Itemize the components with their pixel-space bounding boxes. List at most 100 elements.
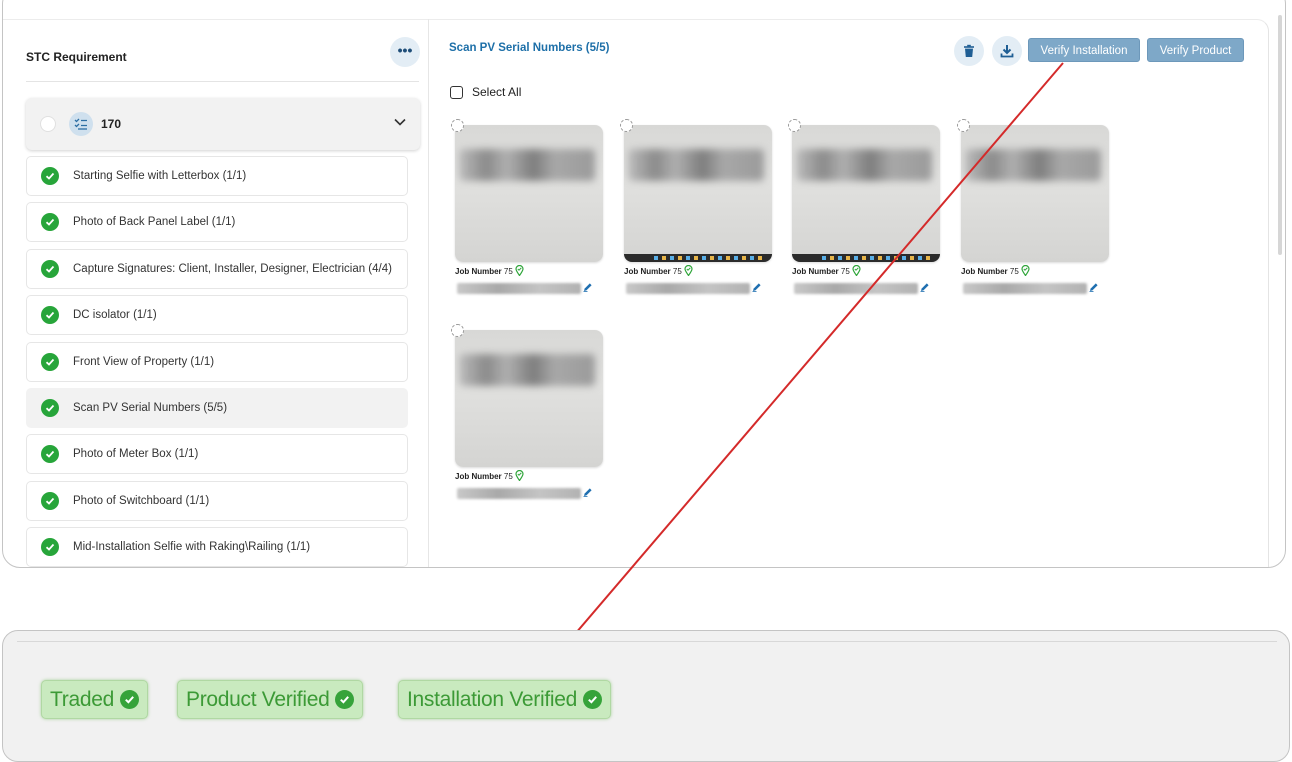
list-check-icon xyxy=(69,112,93,136)
check-circle-icon xyxy=(335,690,355,709)
redacted-serial-text xyxy=(963,283,1087,294)
select-all-label: Select All xyxy=(472,85,522,99)
job-number-line: Job Number 75 xyxy=(961,267,1019,276)
job-number-label: Job Number xyxy=(961,267,1008,276)
requirement-item[interactable]: Photo of Back Panel Label (1/1) xyxy=(26,202,408,243)
detail-title: Scan PV Serial Numbers (5/5) xyxy=(449,42,610,54)
check-circle-icon xyxy=(41,445,59,464)
app-window: STC Requirement ••• 170 Starting Selfie … xyxy=(2,0,1286,568)
job-number-value: 75 xyxy=(503,472,513,481)
job-number-value: 75 xyxy=(1009,267,1019,276)
requirement-label: Capture Signatures: Client, Installer, D… xyxy=(73,262,392,275)
check-circle-icon xyxy=(119,690,139,709)
edit-pencil-icon[interactable] xyxy=(583,282,593,292)
redacted-serial-text xyxy=(794,283,918,294)
requirement-item[interactable]: Capture Signatures: Client, Installer, D… xyxy=(26,248,408,289)
divider xyxy=(26,81,419,82)
requirement-group-header[interactable]: 170 xyxy=(26,98,420,150)
check-circle-icon xyxy=(41,306,59,325)
job-number-line: Job Number 75 xyxy=(455,267,513,276)
download-icon xyxy=(1000,45,1014,58)
requirement-list: Starting Selfie with Letterbox (1/1) Phot… xyxy=(26,156,408,567)
requirement-label: Photo of Back Panel Label (1/1) xyxy=(73,216,236,229)
requirement-label: Photo of Switchboard (1/1) xyxy=(73,494,210,507)
location-pin-icon xyxy=(852,265,861,276)
chevron-down-icon[interactable] xyxy=(394,118,406,126)
redacted-region xyxy=(459,354,595,386)
job-number-line: Job Number 75 xyxy=(792,267,850,276)
status-label: Installation Verified xyxy=(407,687,577,711)
serial-photo[interactable] xyxy=(455,330,603,467)
requirement-item[interactable]: Photo of Meter Box (1/1) xyxy=(26,434,408,475)
redacted-region xyxy=(796,149,932,181)
job-number-label: Job Number xyxy=(455,267,502,276)
more-options-button[interactable]: ••• xyxy=(390,37,420,67)
requirement-label: DC isolator (1/1) xyxy=(73,309,157,322)
photo-taskbar xyxy=(624,254,772,262)
redacted-region xyxy=(965,149,1101,181)
edit-pencil-icon[interactable] xyxy=(752,282,762,292)
check-circle-icon xyxy=(41,167,59,185)
serial-photo[interactable] xyxy=(624,125,772,262)
requirement-item[interactable]: Mid-Installation Selfie with Raking\Rail… xyxy=(26,527,408,567)
job-number-value: 75 xyxy=(672,267,682,276)
location-pin-icon xyxy=(1021,265,1030,276)
redacted-serial-text xyxy=(457,283,581,294)
requirement-item[interactable]: Scan PV Serial Numbers (5/5) xyxy=(26,387,408,428)
requirement-item[interactable]: Starting Selfie with Letterbox (1/1) xyxy=(26,156,408,196)
requirements-title: STC Requirement xyxy=(26,50,127,64)
job-number-value: 75 xyxy=(503,267,513,276)
redacted-serial-text xyxy=(457,488,581,499)
check-circle-icon xyxy=(582,690,602,709)
requirement-label: Front View of Property (1/1) xyxy=(73,355,215,368)
check-circle-icon xyxy=(41,398,59,417)
divider xyxy=(17,641,1277,642)
job-number-label: Job Number xyxy=(455,472,502,481)
photo-select-circle[interactable] xyxy=(451,324,464,337)
serial-photo[interactable] xyxy=(455,125,603,262)
select-all-control[interactable]: Select All xyxy=(450,85,521,99)
location-pin-icon xyxy=(515,265,524,276)
requirements-panel: STC Requirement ••• 170 Starting Selfie … xyxy=(3,19,429,567)
edit-pencil-icon[interactable] xyxy=(1089,282,1099,292)
redacted-region xyxy=(628,149,764,181)
serial-photo[interactable] xyxy=(792,125,940,262)
edit-pencil-icon[interactable] xyxy=(583,487,593,497)
requirement-label: Mid-Installation Selfie with Raking\Rail… xyxy=(73,541,311,554)
edit-pencil-icon[interactable] xyxy=(920,282,930,292)
status-panel: Traded Product Verified Installation Verif… xyxy=(2,630,1290,762)
check-circle-icon xyxy=(41,259,59,278)
verify-product-button[interactable]: Verify Product xyxy=(1147,38,1244,62)
requirement-item[interactable]: Front View of Property (1/1) xyxy=(26,341,408,382)
delete-button[interactable] xyxy=(954,36,984,66)
status-badge: Traded xyxy=(41,680,148,719)
job-number-line: Job Number 75 xyxy=(455,472,513,481)
requirement-item[interactable]: Photo of Switchboard (1/1) xyxy=(26,480,408,521)
verify-installation-button[interactable]: Verify Installation xyxy=(1028,38,1140,62)
location-pin-icon xyxy=(515,470,524,481)
redacted-serial-text xyxy=(626,283,750,294)
photo-select-circle[interactable] xyxy=(451,119,464,132)
status-label: Traded xyxy=(50,687,114,711)
serial-photo[interactable] xyxy=(961,125,1109,262)
requirement-item[interactable]: DC isolator (1/1) xyxy=(26,295,408,336)
group-select-radio[interactable] xyxy=(40,116,56,132)
redacted-region xyxy=(459,149,595,181)
check-circle-icon xyxy=(41,538,59,557)
job-number-label: Job Number xyxy=(792,267,839,276)
photo-select-circle[interactable] xyxy=(957,119,970,132)
photo-select-circle[interactable] xyxy=(788,119,801,132)
job-number-label: Job Number xyxy=(624,267,671,276)
requirement-label: Scan PV Serial Numbers (5/5) xyxy=(73,401,228,414)
check-circle-icon xyxy=(41,491,59,510)
check-circle-icon xyxy=(41,213,59,232)
scrollbar[interactable] xyxy=(1278,15,1282,255)
status-label: Product Verified xyxy=(186,687,330,711)
photo-select-circle[interactable] xyxy=(620,119,633,132)
trash-icon xyxy=(964,44,974,57)
job-number-value: 75 xyxy=(840,267,850,276)
requirement-label: Photo of Meter Box (1/1) xyxy=(73,448,199,461)
check-circle-icon xyxy=(41,352,59,371)
download-button[interactable] xyxy=(992,36,1022,66)
select-all-checkbox[interactable] xyxy=(450,85,463,99)
